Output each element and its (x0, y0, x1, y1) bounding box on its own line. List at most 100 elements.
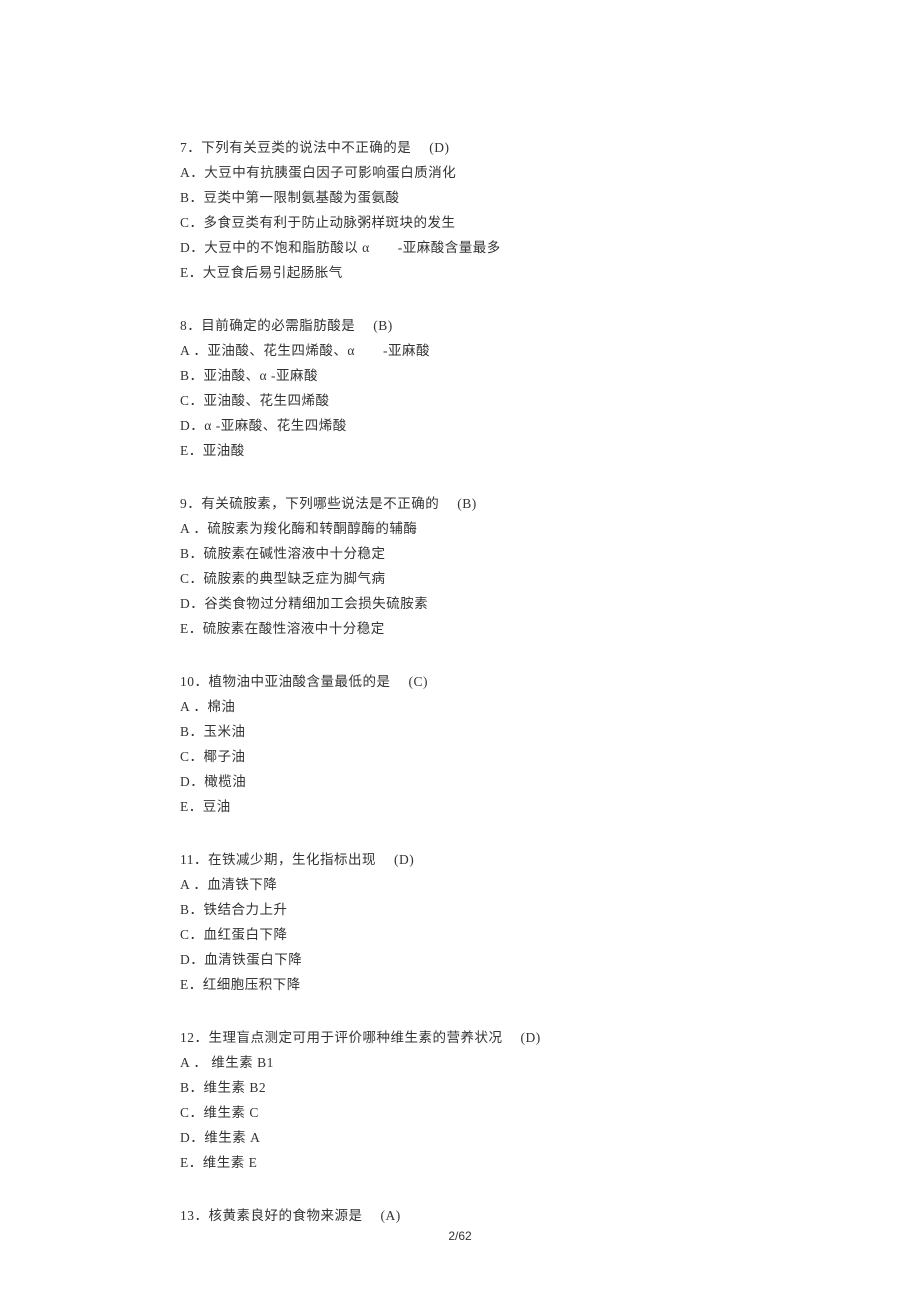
option-text: 亚油酸、α -亚麻酸 (204, 368, 318, 383)
option-text: 硫胺素的典型缺乏症为脚气病 (204, 571, 386, 586)
option-text: 玉米油 (204, 724, 246, 739)
option-7-B: B．豆类中第一限制氨基酸为蛋氨酸 (180, 185, 740, 210)
stem-text: 生理盲点测定可用于评价哪种维生素的营养状况 (209, 1030, 503, 1045)
option-label: C (180, 393, 190, 408)
option-text: 维生素 B2 (204, 1080, 267, 1095)
page-content: 7．下列有关豆类的说法中不正确的是(D) A．大豆中有抗胰蛋白因子可影响蛋白质消… (0, 0, 920, 1228)
option-text: 血清铁下降 (207, 877, 277, 892)
option-8-C: C．亚油酸、花生四烯酸 (180, 388, 740, 413)
option-text-part-2: -亚麻酸含量最多 (398, 240, 501, 255)
option-label: B (180, 1080, 190, 1095)
answer-label: (B) (457, 491, 477, 516)
option-label: D (180, 952, 190, 967)
option-text: 多食豆类有利于防止动脉粥样斑块的发生 (204, 215, 456, 230)
option-label: E (180, 1155, 189, 1170)
option-12-C: C．维生素 C (180, 1100, 740, 1125)
option-12-B: B．维生素 B2 (180, 1075, 740, 1100)
option-label: C (180, 215, 190, 230)
option-8-E: E．亚油酸 (180, 438, 740, 463)
option-text: 维生素 C (204, 1105, 259, 1120)
option-12-A: A ． 维生素 B1 (180, 1050, 740, 1075)
option-12-E: E．维生素 E (180, 1150, 740, 1175)
option-11-D: D．血清铁蛋白下降 (180, 947, 740, 972)
option-9-D: D．谷类食物过分精细加工会损失硫胺素 (180, 591, 740, 616)
stem-text: 下列有关豆类的说法中不正确的是 (201, 140, 411, 155)
option-label: E (180, 621, 189, 636)
option-label: A (180, 521, 190, 536)
option-7-A: A．大豆中有抗胰蛋白因子可影响蛋白质消化 (180, 160, 740, 185)
stem-text: 目前确定的必需脂肪酸是 (201, 318, 355, 333)
question-11-stem: 11．在铁减少期，生化指标出现(D) (180, 847, 740, 872)
option-text: 硫胺素在酸性溶液中十分稳定 (203, 621, 385, 636)
question-13: 13．核黄素良好的食物来源是(A) (180, 1203, 740, 1228)
option-label: A (180, 165, 190, 180)
question-number: 8 (180, 318, 187, 333)
option-label: A (180, 343, 190, 358)
option-10-D: D．橄榄油 (180, 769, 740, 794)
option-text-part-1: 亚油酸、花生四烯酸、α (207, 343, 355, 358)
option-text: 亚油酸 (203, 443, 245, 458)
option-label: E (180, 977, 189, 992)
question-12: 12．生理盲点测定可用于评价哪种维生素的营养状况(D) A ． 维生素 B1 B… (180, 1025, 740, 1175)
option-label: B (180, 368, 190, 383)
option-7-E: E．大豆食后易引起肠胀气 (180, 260, 740, 285)
question-12-stem: 12．生理盲点测定可用于评价哪种维生素的营养状况(D) (180, 1025, 740, 1050)
option-10-E: E．豆油 (180, 794, 740, 819)
option-11-A: A ．血清铁下降 (180, 872, 740, 897)
option-label: E (180, 265, 189, 280)
question-7: 7．下列有关豆类的说法中不正确的是(D) A．大豆中有抗胰蛋白因子可影响蛋白质消… (180, 135, 740, 285)
option-text: 维生素 B1 (211, 1055, 274, 1070)
option-text: 谷类食物过分精细加工会损失硫胺素 (204, 596, 428, 611)
option-text: 亚油酸、花生四烯酸 (204, 393, 330, 408)
option-label: C (180, 927, 190, 942)
option-11-C: C．血红蛋白下降 (180, 922, 740, 947)
question-9: 9．有关硫胺素，下列哪些说法是不正确的(B) A ．硫胺素为羧化酶和转酮醇酶的辅… (180, 491, 740, 641)
option-10-C: C．椰子油 (180, 744, 740, 769)
question-10: 10．植物油中亚油酸含量最低的是(C) A ．棉油 B．玉米油 C．椰子油 D．… (180, 669, 740, 819)
option-text: 豆类中第一限制氨基酸为蛋氨酸 (204, 190, 400, 205)
option-text-part-1: 大豆中的不饱和脂肪酸以 α (204, 240, 369, 255)
option-label: E (180, 799, 189, 814)
option-label: D (180, 240, 190, 255)
answer-label: (C) (409, 669, 429, 694)
answer-label: (D) (429, 135, 449, 160)
option-label: B (180, 546, 190, 561)
option-label: A (180, 1055, 190, 1070)
option-text: 橄榄油 (204, 774, 246, 789)
question-number: 10 (180, 674, 195, 689)
option-text: 硫胺素为羧化酶和转酮醇酶的辅酶 (207, 521, 417, 536)
option-label: D (180, 418, 190, 433)
question-number: 11 (180, 852, 194, 867)
question-7-stem: 7．下列有关豆类的说法中不正确的是(D) (180, 135, 740, 160)
answer-label: (A) (381, 1203, 401, 1228)
option-7-D: D．大豆中的不饱和脂肪酸以 α-亚麻酸含量最多 (180, 235, 740, 260)
option-text: 血红蛋白下降 (204, 927, 288, 942)
option-10-B: B．玉米油 (180, 719, 740, 744)
option-label: A (180, 877, 190, 892)
option-text: 豆油 (203, 799, 231, 814)
question-8-stem: 8．目前确定的必需脂肪酸是(B) (180, 313, 740, 338)
option-9-B: B．硫胺素在碱性溶液中十分稳定 (180, 541, 740, 566)
option-text: 椰子油 (204, 749, 246, 764)
option-11-E: E．红细胞压积下降 (180, 972, 740, 997)
option-label: C (180, 571, 190, 586)
stem-text: 植物油中亚油酸含量最低的是 (209, 674, 391, 689)
option-9-E: E．硫胺素在酸性溶液中十分稳定 (180, 616, 740, 641)
option-12-D: D．维生素 A (180, 1125, 740, 1150)
option-7-C: C．多食豆类有利于防止动脉粥样斑块的发生 (180, 210, 740, 235)
option-label: C (180, 1105, 190, 1120)
option-label: B (180, 190, 190, 205)
option-8-A: A ．亚油酸、花生四烯酸、α-亚麻酸 (180, 338, 740, 363)
answer-label: (D) (394, 847, 414, 872)
page-number-text: 2/62 (448, 1229, 471, 1243)
option-text: 红细胞压积下降 (203, 977, 301, 992)
option-text: 维生素 E (203, 1155, 258, 1170)
option-label: B (180, 902, 190, 917)
option-text: 维生素 A (204, 1130, 260, 1145)
stem-text: 在铁减少期，生化指标出现 (208, 852, 376, 867)
question-8: 8．目前确定的必需脂肪酸是(B) A ．亚油酸、花生四烯酸、α-亚麻酸 B．亚油… (180, 313, 740, 463)
question-11: 11．在铁减少期，生化指标出现(D) A ．血清铁下降 B．铁结合力上升 C．血… (180, 847, 740, 997)
option-text: 大豆中有抗胰蛋白因子可影响蛋白质消化 (204, 165, 456, 180)
question-number: 12 (180, 1030, 195, 1045)
question-number: 13 (180, 1208, 195, 1223)
